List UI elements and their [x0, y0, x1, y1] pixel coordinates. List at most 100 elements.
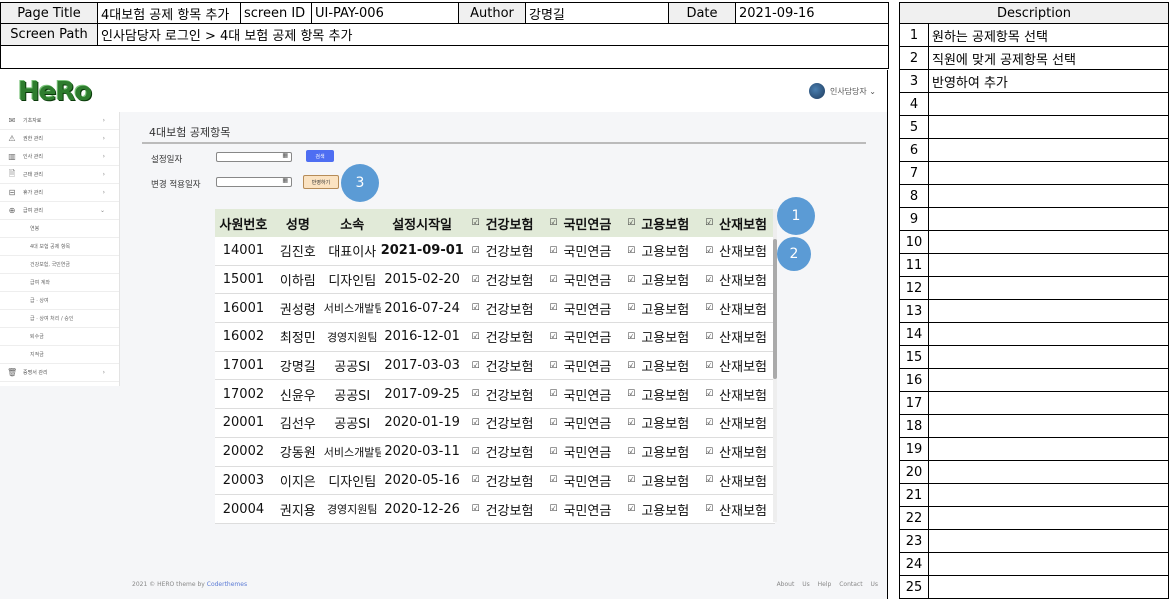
checkbox-icon[interactable]: ☑ [705, 447, 713, 457]
checkbox-icon[interactable]: ☑ [549, 246, 557, 256]
insurance-checkbox-cell[interactable]: ☑ 고용보험 [619, 385, 697, 404]
checkbox-icon[interactable]: ☑ [627, 246, 635, 256]
scrollbar-thumb[interactable] [773, 239, 777, 379]
table-row[interactable]: 14001 김진호 대표이사 2021-09-01 ☑ 건강보험 ☑ 국민연금 ☑ 고용보험 ☑ 산재… [215, 237, 775, 266]
sidebar-subitem[interactable]: 건강보험, 국민연금 [0, 256, 119, 274]
insurance-checkbox-cell[interactable]: ☑ 고용보험 [619, 241, 697, 260]
setting-date-input[interactable]: ▦ [216, 152, 292, 162]
checkbox-icon[interactable]: ☑ [627, 504, 635, 514]
insurance-checkbox-cell[interactable]: ☑ 고용보험 [619, 500, 697, 519]
user-menu[interactable]: 인사담당자 ⌄ [808, 83, 876, 99]
footer-link[interactable]: Coderthemes [207, 581, 247, 588]
checkbox-icon[interactable]: ☑ [627, 389, 635, 399]
column-header[interactable]: ☑ 건강보험 [464, 214, 542, 233]
checkbox-icon[interactable]: ☑ [549, 389, 557, 399]
table-row[interactable]: 17002 신윤우 공공SI 2017-09-25 ☑ 건강보험 ☑ 국민연금 ☑ 고용보험 ☑ 산재… [215, 380, 775, 410]
column-header[interactable]: ☑ 고용보험 [619, 214, 697, 233]
insurance-checkbox-cell[interactable]: ☑ 고용보험 [619, 356, 697, 375]
checkbox-icon[interactable]: ☑ [627, 447, 635, 457]
insurance-checkbox-cell[interactable]: ☑ 산재보험 [697, 442, 775, 461]
insurance-checkbox-cell[interactable]: ☑ 건강보험 [464, 500, 542, 519]
insurance-checkbox-cell[interactable]: ☑ 건강보험 [464, 385, 542, 404]
table-row[interactable]: 20003 이지은 디자인팀 2020-05-16 ☑ 건강보험 ☑ 국민연금 ☑ 고용보험 ☑ 산재… [215, 466, 775, 496]
insurance-checkbox-cell[interactable]: ☑ 산재보험 [697, 500, 775, 519]
apply-button[interactable]: 반영하기 [303, 175, 339, 189]
insurance-checkbox-cell[interactable]: ☑ 국민연금 [541, 500, 619, 519]
insurance-checkbox-cell[interactable]: ☑ 고용보험 [619, 327, 697, 346]
column-header[interactable]: 소속 [324, 214, 381, 233]
apply-date-input[interactable]: ▦ [216, 177, 292, 187]
insurance-checkbox-cell[interactable]: ☑ 건강보험 [464, 442, 542, 461]
footer-links[interactable]: About Us Help Contact Us [777, 581, 878, 588]
insurance-checkbox-cell[interactable]: ☑ 국민연금 [541, 413, 619, 432]
checkbox-icon[interactable]: ☑ [705, 475, 713, 485]
checkbox-icon[interactable]: ☑ [472, 418, 480, 428]
sidebar-item[interactable]: 🗎 근태 관리 › [0, 166, 119, 184]
checkbox-icon[interactable]: ☑ [472, 361, 480, 371]
sidebar-subitem[interactable]: 연봉 [0, 220, 119, 238]
insurance-checkbox-cell[interactable]: ☑ 국민연금 [541, 442, 619, 461]
checkbox-icon[interactable]: ☑ [472, 475, 480, 485]
column-header[interactable]: 설정시작일 [381, 214, 464, 233]
hero-logo[interactable]: HeRo [18, 77, 92, 107]
insurance-checkbox-cell[interactable]: ☑ 건강보험 [464, 241, 542, 260]
checkbox-icon[interactable]: ☑ [705, 389, 713, 399]
checkbox-icon[interactable]: ☑ [705, 504, 713, 514]
sidebar-subitem[interactable]: 4대 보험 공제 항목 [0, 238, 119, 256]
insurance-checkbox-cell[interactable]: ☑ 건강보험 [464, 327, 542, 346]
insurance-checkbox-cell[interactable]: ☑ 산재보험 [697, 299, 775, 318]
insurance-checkbox-cell[interactable]: ☑ 산재보험 [697, 385, 775, 404]
checkbox-icon[interactable]: ☑ [472, 389, 480, 399]
checkbox-icon[interactable]: ☑ [549, 504, 557, 514]
checkbox-icon[interactable]: ☑ [472, 218, 480, 228]
insurance-checkbox-cell[interactable]: ☑ 건강보험 [464, 270, 542, 289]
insurance-checkbox-cell[interactable]: ☑ 산재보험 [697, 241, 775, 260]
table-row[interactable]: 16002 최정민 경영지원팀 2016-12-01 ☑ 건강보험 ☑ 국민연금 ☑ 고용보험 ☑ 산… [215, 323, 775, 352]
checkbox-icon[interactable]: ☑ [472, 246, 480, 256]
checkbox-icon[interactable]: ☑ [705, 332, 713, 342]
sidebar-item[interactable]: ⚠ 권한 관리 › [0, 130, 119, 148]
checkbox-icon[interactable]: ☑ [705, 418, 713, 428]
table-row[interactable]: 17001 강명길 공공SI 2017-03-03 ☑ 건강보험 ☑ 국민연금 ☑ 고용보험 ☑ 산재… [215, 351, 775, 381]
checkbox-icon[interactable]: ☑ [627, 218, 635, 228]
insurance-checkbox-cell[interactable]: ☑ 국민연금 [541, 241, 619, 260]
insurance-checkbox-cell[interactable]: ☑ 국민연금 [541, 327, 619, 346]
sidebar-item[interactable]: ▥ 인사 관리 › [0, 148, 119, 166]
checkbox-icon[interactable]: ☑ [705, 303, 713, 313]
checkbox-icon[interactable]: ☑ [549, 332, 557, 342]
insurance-checkbox-cell[interactable]: ☑ 국민연금 [541, 299, 619, 318]
checkbox-icon[interactable]: ☑ [627, 303, 635, 313]
checkbox-icon[interactable]: ☑ [627, 418, 635, 428]
calendar-icon[interactable]: ▦ [282, 152, 288, 159]
column-header[interactable]: ☑ 산재보험 [697, 214, 775, 233]
sidebar-item[interactable]: ⊕ 급여 관리 ⌄ [0, 202, 119, 220]
checkbox-icon[interactable]: ☑ [549, 475, 557, 485]
checkbox-icon[interactable]: ☑ [472, 332, 480, 342]
checkbox-icon[interactable]: ☑ [549, 218, 557, 228]
insurance-checkbox-cell[interactable]: ☑ 건강보험 [464, 413, 542, 432]
sidebar-item[interactable]: 🗑 증명서 관리 › [0, 364, 119, 382]
checkbox-icon[interactable]: ☑ [549, 275, 557, 285]
insurance-checkbox-cell[interactable]: ☑ 산재보험 [697, 270, 775, 289]
calendar-icon[interactable]: ▦ [282, 177, 288, 184]
insurance-checkbox-cell[interactable]: ☑ 고용보험 [619, 299, 697, 318]
insurance-checkbox-cell[interactable]: ☑ 고용보험 [619, 442, 697, 461]
insurance-checkbox-cell[interactable]: ☑ 고용보험 [619, 270, 697, 289]
insurance-checkbox-cell[interactable]: ☑ 산재보험 [697, 413, 775, 432]
insurance-checkbox-cell[interactable]: ☑ 산재보험 [697, 471, 775, 490]
insurance-checkbox-cell[interactable]: ☑ 건강보험 [464, 471, 542, 490]
insurance-checkbox-cell[interactable]: ☑ 국민연금 [541, 471, 619, 490]
table-row[interactable]: 16001 권성령 서비스개발팀 2016-07-24 ☑ 건강보험 ☑ 국민연금 ☑ 고용보험 ☑… [215, 294, 775, 324]
table-row[interactable]: 20004 권지용 경영지원팀 2020-12-26 ☑ 건강보험 ☑ 국민연금 ☑ 고용보험 ☑ 산… [215, 495, 775, 524]
insurance-checkbox-cell[interactable]: ☑ 고용보험 [619, 471, 697, 490]
insurance-checkbox-cell[interactable]: ☑ 산재보험 [697, 327, 775, 346]
insurance-checkbox-cell[interactable]: ☑ 국민연금 [541, 356, 619, 375]
sidebar-subitem[interactable]: 급여 계좌 [0, 274, 119, 292]
insurance-checkbox-cell[interactable]: ☑ 국민연금 [541, 270, 619, 289]
checkbox-icon[interactable]: ☑ [627, 275, 635, 285]
checkbox-icon[interactable]: ☑ [472, 275, 480, 285]
checkbox-icon[interactable]: ☑ [705, 218, 713, 228]
column-header[interactable]: 사원번호 [215, 214, 272, 233]
checkbox-icon[interactable]: ☑ [472, 447, 480, 457]
insurance-checkbox-cell[interactable]: ☑ 국민연금 [541, 385, 619, 404]
